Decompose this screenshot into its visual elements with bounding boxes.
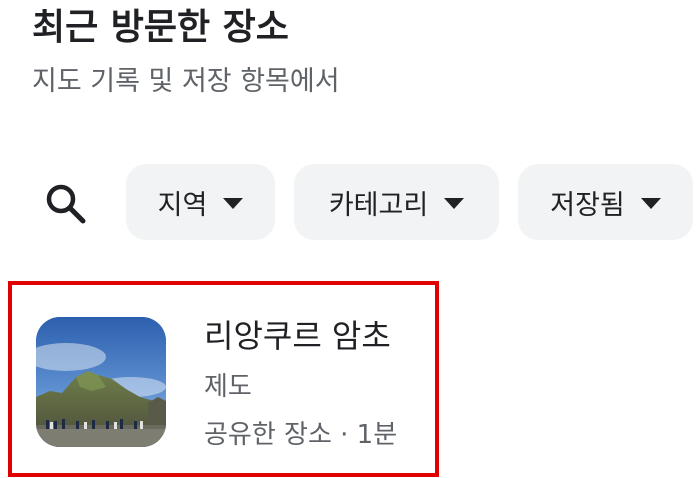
place-name: 리앙쿠르 암초 (204, 317, 391, 355)
dropdown-arrow-icon (223, 198, 244, 209)
page-subtitle: 지도 기록 및 저장 항목에서 (32, 66, 340, 97)
place-thumbnail (36, 317, 166, 447)
place-region: 제도 (204, 372, 252, 402)
category-filter-label: 카테고리 (328, 189, 429, 221)
meta-separator: · (340, 420, 349, 450)
page-title: 최근 방문한 장소 (32, 7, 289, 48)
place-list-item[interactable]: 리앙쿠르 암초 제도 공유한 장소 · 1분 (8, 281, 439, 477)
filter-bar: 지역 카테고리 저장됨 (0, 164, 699, 240)
place-meta: 공유한 장소 · 1분 (204, 415, 397, 455)
search-icon (46, 184, 86, 224)
dropdown-arrow-icon (640, 198, 661, 209)
dropdown-arrow-icon (444, 198, 465, 209)
rocky-islet-photo (36, 317, 166, 447)
region-filter-label: 지역 (157, 189, 208, 221)
saved-filter-chip[interactable]: 저장됨 (518, 164, 693, 240)
place-source: 공유한 장소 (204, 420, 332, 450)
saved-filter-label: 저장됨 (550, 189, 625, 221)
category-filter-chip[interactable]: 카테고리 (294, 164, 499, 240)
search-button[interactable] (40, 178, 92, 230)
region-filter-chip[interactable]: 지역 (126, 164, 275, 240)
place-time: 1분 (356, 420, 398, 450)
